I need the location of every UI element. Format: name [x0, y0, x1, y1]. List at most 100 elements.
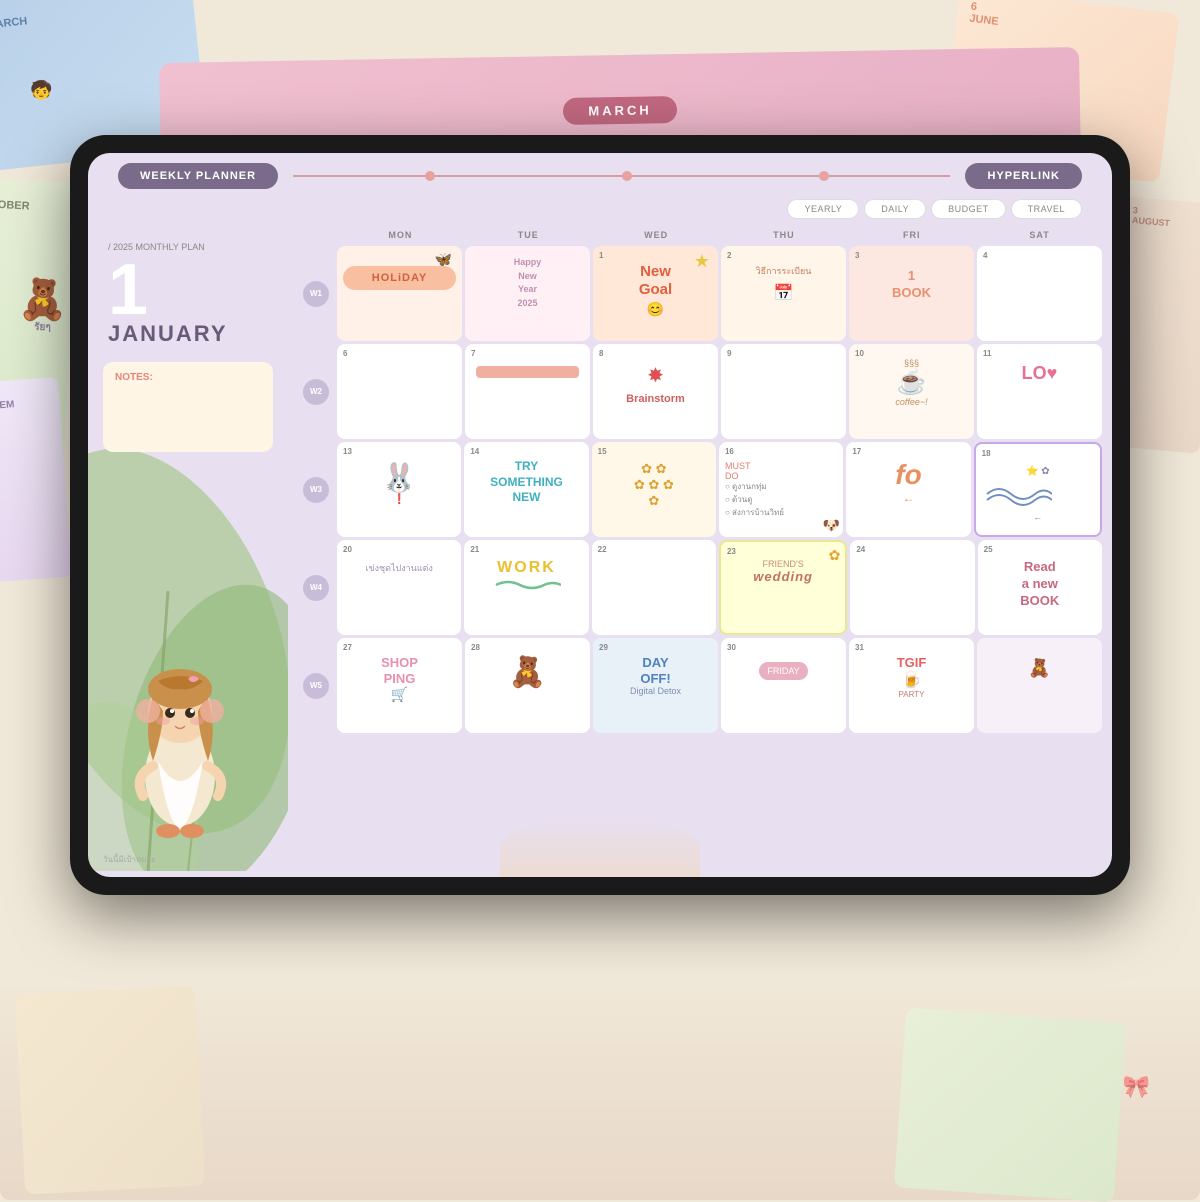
day-cell-18[interactable]: 18 ⭐ ✿ ← [974, 442, 1102, 537]
week-label-2: W2 [298, 344, 334, 439]
day-cell-7[interactable]: 7 [465, 344, 590, 439]
day-cell-6[interactable]: 6 [337, 344, 462, 439]
week-label-3: W3 [298, 442, 334, 537]
day-header-mon: MON [338, 227, 463, 243]
day-cell-4[interactable]: 4 [977, 246, 1102, 341]
day-cell-28-bear[interactable]: 28 🧸 [465, 638, 590, 733]
day-header-wed: WED [594, 227, 719, 243]
day-cell-2[interactable]: 2 วิธีการระเบียน 📅 [721, 246, 846, 341]
calendar-area: MON TUE WED THU FRI SAT W1 HOLiDAY [288, 227, 1112, 871]
character-left-1: 🧸 รัยๆ [5, 280, 80, 390]
day-cell-14-try[interactable]: 14 TRYSOMETHINGNEW [464, 442, 588, 537]
hyperlink-button[interactable]: HYPERLINK [965, 163, 1082, 189]
work-text: WORK [470, 559, 582, 577]
week-row-3: W3 13 🐰 ❗ 14 TRYSOMETHINGNEW [298, 442, 1102, 537]
month-number: 1 [108, 254, 268, 326]
brainstorm-text: Brainstorm [599, 393, 712, 405]
yearly-tab[interactable]: YEARLY [787, 199, 859, 219]
day-cell-9[interactable]: 9 [721, 344, 846, 439]
day-header-sat: SAT [977, 227, 1102, 243]
day-20-text: เข่งชุดไปงานแต่ง [343, 562, 455, 575]
monthly-planner-title: MARCH [563, 96, 677, 125]
week-row-5: W5 27 SHOPPING 🛒 28 🧸 29 [298, 638, 1102, 733]
day-cell-21-work[interactable]: 21 WORK [464, 540, 588, 635]
day-cell-10[interactable]: 10 §§§ ☕ coffee~! [849, 344, 974, 439]
week-badge-5: W5 [303, 673, 329, 699]
read-book-text: Reada newBOOK [984, 559, 1096, 610]
wave-decoration [982, 482, 1052, 507]
week-label-1: W1 [298, 246, 334, 341]
left-sidebar: / 2025 MONTHLY PLAN 1 JANUARY NOTES: [88, 227, 288, 871]
week-row-1: W1 HOLiDAY 🦋 HappyNewYear2025 [298, 246, 1102, 341]
week-badge-2: W2 [303, 379, 329, 405]
notes-label: NOTES: [115, 372, 261, 383]
day-cell-11[interactable]: 11 LO♥ [977, 344, 1102, 439]
day-cell-new-goal[interactable]: 1 NewGoal ★ 😊 [593, 246, 718, 341]
nav-dot-1 [425, 171, 435, 181]
tgif-text: TGIF [855, 655, 968, 670]
sub-navigation: YEARLY DAILY BUDGET TRAVEL [88, 199, 1112, 227]
new-year-text: HappyNewYear2025 [471, 256, 584, 310]
coffee-text: coffee~! [855, 397, 968, 407]
week-badge-4: W4 [303, 575, 329, 601]
footer-text: วันนี้มีเป้าหมาย [103, 853, 156, 866]
bg-character-corner: 🧒 [30, 80, 52, 101]
day-4-num: 4 [983, 251, 1096, 260]
fo-sticker: fo [852, 459, 964, 491]
bottom-character-feet [500, 817, 700, 877]
day-cell-29-dayoff[interactable]: 29 DAYOFF! Digital Detox [593, 638, 718, 733]
week-row-4: W4 20 เข่งชุดไปงานแต่ง 21 WORK [298, 540, 1102, 635]
day-cell-3[interactable]: 3 1BOOK [849, 246, 974, 341]
week-row-2: W2 6 7 8 ✸ Brai [298, 344, 1102, 439]
day-cell-20[interactable]: 20 เข่งชุดไปงานแต่ง [337, 540, 461, 635]
tablet-screen: WEEKLY PLANNER HYPERLINK YEARLY DAILY BU… [88, 153, 1112, 877]
day-cell-30[interactable]: 30 FRIDAY [721, 638, 846, 733]
wedding-text: wedding [727, 569, 839, 584]
day-cell-27-shopping[interactable]: 27 SHOPPING 🛒 [337, 638, 462, 733]
day-header-tue: TUE [466, 227, 591, 243]
nav-line [293, 175, 950, 177]
bunny-sticker: 🐰 [343, 461, 455, 494]
weekly-planner-button[interactable]: WEEKLY PLANNER [118, 163, 278, 189]
day-cell-23-wedding[interactable]: 23 FRIEND'S wedding ✿ [719, 540, 847, 635]
book-sticker: 1BOOK [855, 268, 968, 302]
bg-bottom-page-1 [15, 985, 205, 1194]
notes-area: NOTES: [103, 362, 273, 452]
girl-svg [103, 601, 258, 841]
nav-dot-3 [819, 171, 829, 181]
day-2-text: วิธีการระเบียน [727, 265, 840, 278]
day-cell-17[interactable]: 17 fo ← [846, 442, 970, 537]
bg-bottom-page-2 [894, 1008, 1126, 1202]
month-name: JANUARY [108, 321, 268, 347]
day-cell-13[interactable]: 13 🐰 ❗ [337, 442, 461, 537]
checklist: ดูงานกทุ่ม ต้วนดู ส่งการบ้านวิทย์ [725, 481, 837, 519]
daily-tab[interactable]: DAILY [864, 199, 926, 219]
day-3-num: 3 [855, 251, 968, 260]
day-cell-22[interactable]: 22 [592, 540, 716, 635]
main-content: / 2025 MONTHLY PLAN 1 JANUARY NOTES: [88, 227, 1112, 871]
day-cell-24[interactable]: 24 [850, 540, 974, 635]
budget-tab[interactable]: BUDGET [931, 199, 1006, 219]
day-off-text: DAYOFF! [599, 655, 712, 686]
love-text: LO♥ [983, 363, 1096, 385]
day-cell-new-year[interactable]: HappyNewYear2025 [465, 246, 590, 341]
month-header: / 2025 MONTHLY PLAN 1 JANUARY [88, 227, 288, 352]
day-cell-empty-end[interactable]: 🧸 [977, 638, 1102, 733]
day-cell-15[interactable]: 15 ✿ ✿✿ ✿ ✿✿ [592, 442, 716, 537]
day-cell-31-tgif[interactable]: 31 TGIF 🍺 PARTY [849, 638, 974, 733]
top-navigation: WEEKLY PLANNER HYPERLINK [88, 153, 1112, 199]
day-cell-holiday[interactable]: HOLiDAY 🦋 [337, 246, 462, 341]
day-header-fri: FRI [849, 227, 974, 243]
week-label-5: W5 [298, 638, 334, 733]
day-cell-8-brainstorm[interactable]: 8 ✸ Brainstorm [593, 344, 718, 439]
week-badge-3: W3 [303, 477, 329, 503]
day-headers: MON TUE WED THU FRI SAT [298, 227, 1102, 243]
bear-sticker: 🧸 [471, 655, 584, 690]
holiday-sticker: HOLiDAY [343, 266, 456, 290]
day-2-num: 2 [727, 251, 840, 260]
nav-dot-2 [622, 171, 632, 181]
day-cell-16[interactable]: 16 MUSTDO ดูงานกทุ่ม ต้วนดู ส่งการบ้านวิ… [719, 442, 843, 537]
travel-tab[interactable]: TRAVEL [1011, 199, 1082, 219]
digital-detox-text: Digital Detox [599, 686, 712, 696]
day-cell-25-read[interactable]: 25 Reada newBOOK [978, 540, 1102, 635]
